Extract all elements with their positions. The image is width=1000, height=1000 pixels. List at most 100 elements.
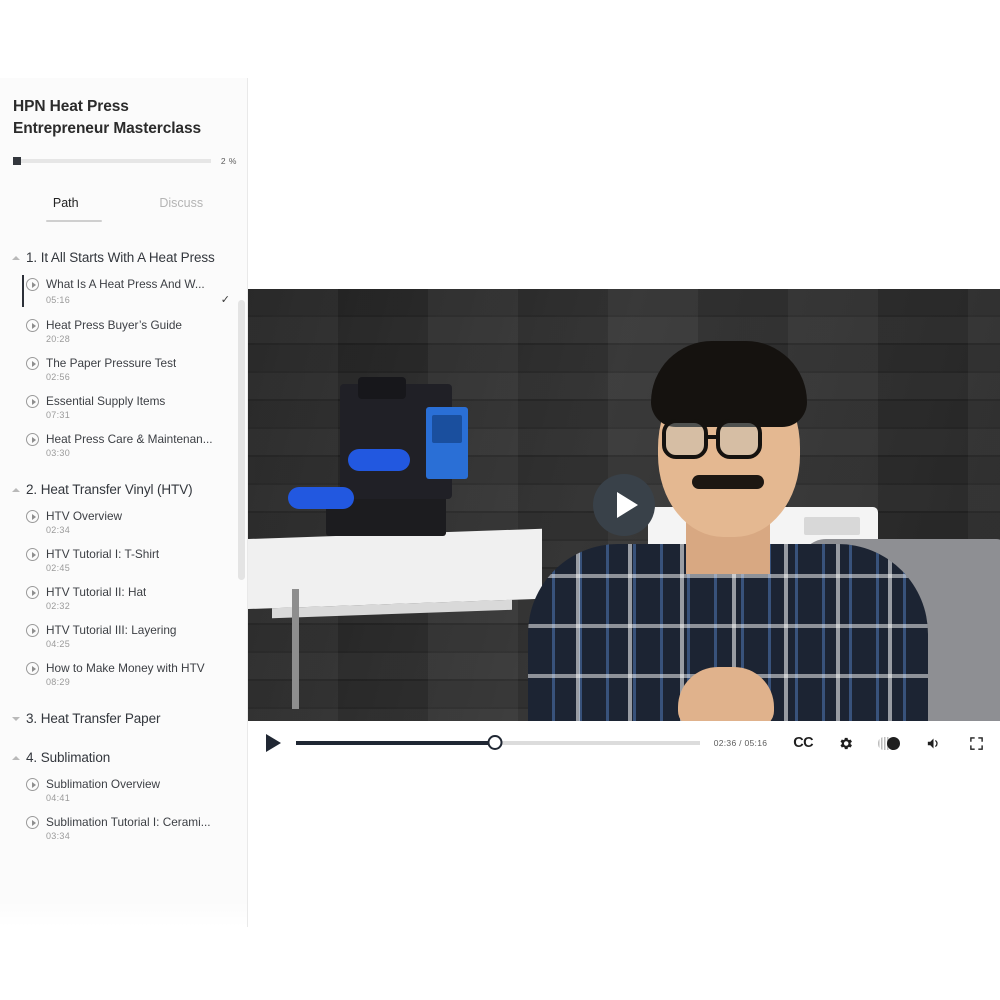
course-outline[interactable]: 1. It All Starts With A Heat Press What … [0, 224, 248, 927]
video-desk-leg [292, 589, 299, 709]
play-circle-icon [26, 357, 39, 370]
module-2-title: 2. Heat Transfer Vinyl (HTV) [26, 482, 193, 497]
lesson-item[interactable]: The Paper Pressure Test 02:56 [0, 350, 248, 388]
module-2: 2. Heat Transfer Vinyl (HTV) HTV Overvie… [0, 476, 248, 693]
lesson-item[interactable]: Sublimation Overview 04:41 [0, 771, 248, 809]
progress-fill [13, 157, 21, 165]
play-triangle-icon[interactable] [593, 474, 655, 536]
lesson-item[interactable]: HTV Tutorial II: Hat 02:32 [0, 579, 248, 617]
video-heat-press-display [426, 407, 468, 479]
lesson-duration: 02:32 [46, 601, 70, 611]
video-controls-bar: 02:36 / 05:16 CC [248, 721, 1000, 765]
lesson-title: Essential Supply Items [46, 394, 165, 408]
play-circle-icon [26, 319, 39, 332]
lesson-duration: 20:28 [46, 334, 70, 344]
module-1-header[interactable]: 1. It All Starts With A Heat Press [0, 244, 248, 271]
course-progress: 2 % [0, 140, 247, 166]
lesson-title: Sublimation Overview [46, 777, 160, 791]
module-1: 1. It All Starts With A Heat Press What … [0, 244, 248, 464]
caret-up-icon [10, 484, 22, 496]
lesson-item[interactable]: Essential Supply Items 07:31 [0, 388, 248, 426]
presenter-glasses-bridge [708, 435, 718, 439]
lesson-item[interactable]: HTV Tutorial I: T-Shirt 02:45 [0, 541, 248, 579]
lesson-item[interactable]: What Is A Heat Press And W... 05:16 ✓ [0, 271, 248, 312]
lesson-title: HTV Overview [46, 509, 122, 523]
lesson-title: HTV Tutorial I: T-Shirt [46, 547, 159, 561]
tab-discuss[interactable]: Discuss [124, 188, 240, 220]
lesson-title: What Is A Heat Press And W... [46, 277, 205, 291]
play-circle-icon [26, 624, 39, 637]
playback-speed-icon[interactable] [878, 737, 900, 750]
volume-icon[interactable] [924, 735, 943, 752]
lesson-duration: 04:41 [46, 793, 70, 803]
lesson-duration: 02:34 [46, 525, 70, 535]
module-3-title: 3. Heat Transfer Paper [26, 711, 160, 726]
tab-path[interactable]: Path [8, 188, 124, 220]
video-scrubber[interactable] [296, 736, 700, 750]
play-circle-icon [26, 778, 39, 791]
play-circle-icon [26, 816, 39, 829]
lesson-title: How to Make Money with HTV [46, 661, 205, 675]
time-display: 02:36 / 05:16 [714, 738, 768, 748]
course-title: HPN Heat Press Entrepreneur Masterclass [0, 78, 247, 140]
caret-up-icon [10, 752, 22, 764]
lesson-item[interactable]: Heat Press Care & Maintenan... 03:30 [0, 426, 248, 464]
module-4-header[interactable]: 4. Sublimation [0, 744, 248, 771]
lesson-completed-check-icon: ✓ [221, 293, 230, 306]
captions-button[interactable]: CC [793, 735, 813, 751]
video-main-area: 02:36 / 05:16 CC [248, 78, 1000, 927]
playback-speed-dot [887, 737, 900, 750]
progress-track[interactable] [13, 159, 211, 163]
play-circle-icon [26, 586, 39, 599]
lesson-duration: 05:16 [46, 295, 70, 305]
gear-icon[interactable] [837, 735, 854, 752]
lesson-title: Heat Press Care & Maintenan... [46, 432, 213, 446]
module-3-header[interactable]: 3. Heat Transfer Paper [0, 705, 248, 732]
tab-active-indicator [46, 220, 102, 222]
module-1-title: 1. It All Starts With A Heat Press [26, 250, 215, 265]
lesson-title: Heat Press Buyer’s Guide [46, 318, 182, 332]
lesson-title: HTV Tutorial II: Hat [46, 585, 146, 599]
course-sidebar: HPN Heat Press Entrepreneur Masterclass … [0, 78, 248, 927]
lesson-item[interactable]: HTV Overview 02:34 [0, 503, 248, 541]
lesson-duration: 03:30 [46, 448, 70, 458]
video-heat-press-head [358, 377, 406, 399]
play-circle-icon [26, 395, 39, 408]
module-4: 4. Sublimation Sublimation Overview 04:4… [0, 744, 248, 847]
lesson-title: HTV Tutorial III: Layering [46, 623, 176, 637]
lesson-duration: 08:29 [46, 677, 70, 687]
module-4-title: 4. Sublimation [26, 750, 110, 765]
sidebar-scrollbar[interactable] [238, 300, 245, 580]
lesson-item[interactable]: HTV Tutorial III: Layering 04:25 [0, 617, 248, 655]
presenter-glasses-right [716, 419, 762, 459]
tab-indicator-wrap [8, 220, 239, 223]
lesson-title: Sublimation Tutorial I: Cerami... [46, 815, 211, 829]
lesson-item[interactable]: Heat Press Buyer’s Guide 20:28 [0, 312, 248, 350]
scrubber-played [296, 741, 495, 745]
scrubber-handle[interactable] [487, 735, 502, 750]
presenter-moustache [692, 475, 764, 489]
lesson-duration: 02:56 [46, 372, 70, 382]
play-circle-icon [26, 510, 39, 523]
lesson-duration: 07:31 [46, 410, 70, 420]
presenter-glasses-left [662, 419, 708, 459]
play-circle-icon [26, 433, 39, 446]
lesson-item[interactable]: How to Make Money with HTV 08:29 [0, 655, 248, 693]
play-icon[interactable] [262, 732, 284, 754]
play-circle-icon [26, 662, 39, 675]
lesson-duration: 03:34 [46, 831, 70, 841]
module-3: 3. Heat Transfer Paper [0, 705, 248, 732]
video-player[interactable] [248, 289, 1000, 721]
sidebar-tabs: Path Discuss [0, 188, 247, 220]
lesson-duration: 02:45 [46, 563, 70, 573]
lesson-item[interactable]: Sublimation Tutorial I: Cerami... 03:34 [0, 809, 248, 847]
play-circle-icon [26, 548, 39, 561]
video-heat-press-handle-upper [348, 449, 410, 471]
video-heat-press-handle-lower [288, 487, 354, 509]
play-circle-icon [26, 278, 39, 291]
fullscreen-icon[interactable] [969, 736, 984, 751]
caret-down-icon [10, 713, 22, 725]
module-2-header[interactable]: 2. Heat Transfer Vinyl (HTV) [0, 476, 248, 503]
progress-percent-label: 2 % [221, 156, 237, 166]
presenter-hair [651, 341, 807, 427]
